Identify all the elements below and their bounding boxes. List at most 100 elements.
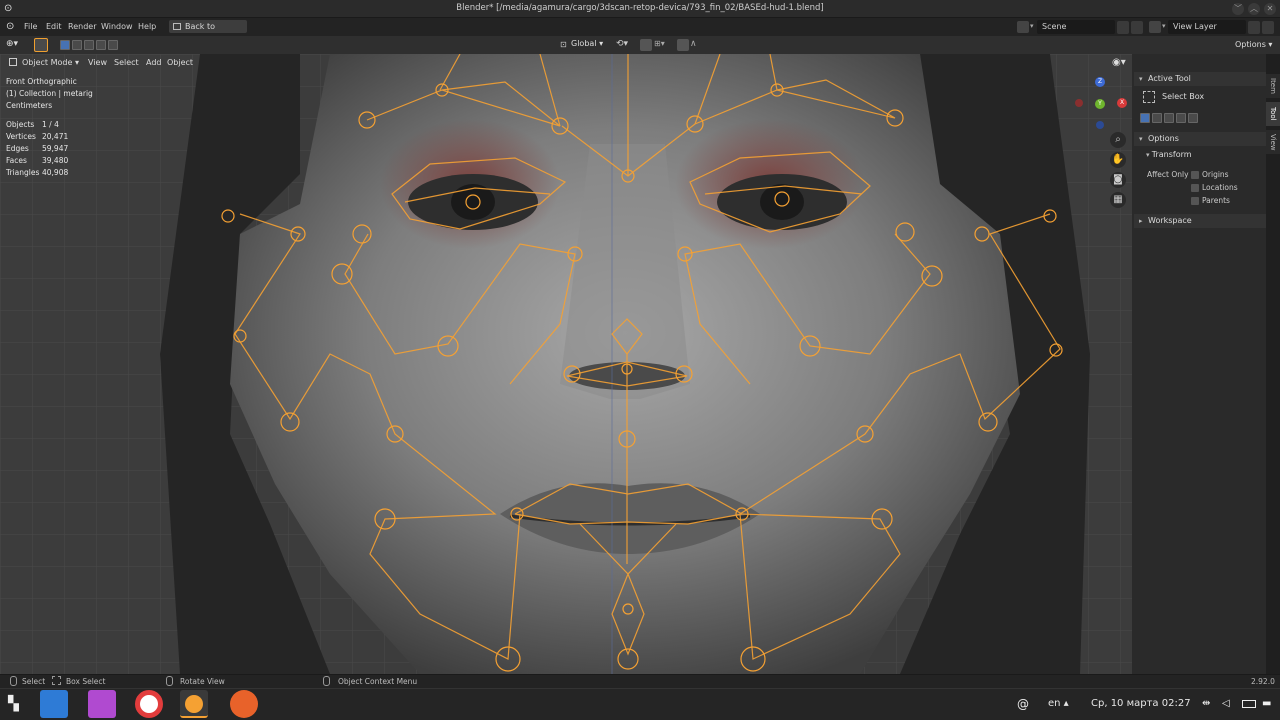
app-launcher-icon[interactable]: ▚ xyxy=(8,697,22,711)
select-tool-icon[interactable] xyxy=(34,38,48,52)
battery-icon[interactable] xyxy=(1242,700,1256,708)
proportional-edit-icon[interactable] xyxy=(677,39,689,51)
tab-view[interactable]: View xyxy=(1266,130,1280,154)
object-mode-label: Object Mode xyxy=(22,58,73,67)
firefox-icon[interactable] xyxy=(230,690,258,718)
gizmo-z-axis-icon[interactable]: Z xyxy=(1095,77,1105,87)
tool-mode-invert-icon[interactable] xyxy=(1176,113,1186,123)
viewport-menu-view[interactable]: View xyxy=(88,58,107,67)
editor-type-icon[interactable]: ⊕▾ xyxy=(6,39,24,51)
menu-render[interactable]: Render xyxy=(68,22,96,31)
options-dropdown[interactable]: Options ▾ xyxy=(1235,40,1272,49)
minimize-button[interactable]: ﹀ xyxy=(1232,3,1244,15)
resize-arrows-icon[interactable]: ⇹ xyxy=(1202,698,1210,709)
help-lifebuoy-icon[interactable] xyxy=(135,690,163,718)
gizmo-x-axis-icon[interactable]: X xyxy=(1117,98,1127,108)
viewport-menu-add[interactable]: Add xyxy=(146,58,162,67)
tool-mode-subtract-icon[interactable] xyxy=(1164,113,1174,123)
tool-mode-new-icon[interactable] xyxy=(1140,113,1150,123)
iris-right xyxy=(760,184,804,220)
clock[interactable]: Ср, 10 марта 02:27 xyxy=(1091,698,1191,709)
menu-window[interactable]: Window xyxy=(101,22,133,31)
view-name: Front Orthographic xyxy=(6,77,77,86)
select-mode-invert-icon[interactable] xyxy=(96,40,106,50)
status-context-menu: Object Context Menu xyxy=(338,677,418,686)
notifications-icon[interactable]: ▬ xyxy=(1262,698,1271,709)
menu-file[interactable]: File xyxy=(24,22,37,31)
blender-logo-icon xyxy=(185,695,203,713)
view-layer-field[interactable]: View Layer xyxy=(1168,20,1246,34)
affect-locations-label: Locations xyxy=(1202,183,1238,192)
tool-mode-extend-icon[interactable] xyxy=(1152,113,1162,123)
blender-menu-icon[interactable]: ⊙ xyxy=(6,21,14,32)
gizmo-neg-z-icon[interactable] xyxy=(1096,121,1104,129)
select-mode-subtract-icon[interactable] xyxy=(84,40,94,50)
mouse-middle-icon xyxy=(166,676,173,686)
tab-tool[interactable]: Tool xyxy=(1266,102,1280,126)
select-box-icon xyxy=(1143,91,1155,103)
expand-down-icon: ▾ xyxy=(1139,75,1143,83)
file-manager-icon[interactable] xyxy=(40,690,68,718)
viewport-canvas[interactable] xyxy=(0,54,1132,674)
pivot-icon[interactable]: ⟲▾ xyxy=(616,39,628,49)
scene-dropdown-icon[interactable]: ▾ xyxy=(1030,22,1034,30)
snap-icon[interactable] xyxy=(640,39,652,51)
downloads-icon[interactable] xyxy=(88,690,116,718)
zoom-icon[interactable]: ⌕ xyxy=(1110,132,1126,148)
select-box-label: Select Box xyxy=(1162,92,1205,101)
pan-hand-icon[interactable]: ✋ xyxy=(1110,152,1126,168)
scene-field[interactable]: Scene xyxy=(1037,20,1115,34)
view-layer-dropdown-icon[interactable]: ▾ xyxy=(1162,22,1166,30)
active-tool-header-label: Active Tool xyxy=(1148,74,1191,83)
stat-faces: Faces 39,480 xyxy=(6,156,68,165)
affect-locations-checkbox[interactable]: Locations xyxy=(1191,183,1238,192)
object-mode-dropdown[interactable]: Object Mode ▾ xyxy=(22,58,79,67)
close-button[interactable]: ✕ xyxy=(1264,3,1276,15)
select-box-tool[interactable]: Select Box xyxy=(1143,91,1205,103)
select-mode-new-icon[interactable] xyxy=(60,40,70,50)
workspace-header[interactable]: ▸ Workspace xyxy=(1134,214,1266,228)
viewport-menu-object[interactable]: Object xyxy=(167,58,193,67)
blender-app-icon[interactable] xyxy=(180,690,208,718)
stat-value: 59,947 xyxy=(42,144,69,153)
gizmo-neg-x-icon[interactable] xyxy=(1075,99,1083,107)
viewport-menu-select[interactable]: Select xyxy=(114,58,139,67)
select-mode-extend-icon[interactable] xyxy=(72,40,82,50)
maximize-button[interactable]: ︿ xyxy=(1248,3,1260,15)
tool-mode-intersect-icon[interactable] xyxy=(1188,113,1198,123)
affect-origins-label: Origins xyxy=(1202,170,1229,179)
network-icon[interactable]: @ xyxy=(1017,697,1029,711)
screen-icon xyxy=(173,23,181,30)
transform-orientation-dropdown[interactable]: Global ▾ xyxy=(571,39,611,51)
transform-subheader[interactable]: ▾ Transform xyxy=(1146,150,1192,159)
blender-version: 2.92.0 xyxy=(1251,677,1275,686)
gizmo-y-axis-icon[interactable]: Y xyxy=(1095,99,1105,109)
visibility-icon[interactable]: ◉▾ xyxy=(1112,57,1126,68)
back-to-previous-button[interactable]: Back to Previous xyxy=(169,20,247,44)
select-mode-intersect-icon[interactable] xyxy=(108,40,118,50)
expand-right-icon: ▸ xyxy=(1139,217,1143,225)
collection-info: (1) Collection | metarig xyxy=(6,89,93,98)
checkbox-box xyxy=(1191,197,1199,205)
menu-help[interactable]: Help xyxy=(138,22,156,31)
affect-parents-checkbox[interactable]: Parents xyxy=(1191,196,1230,205)
orientation-icon: ⊡ xyxy=(560,40,567,49)
camera-view-icon[interactable]: ◙ xyxy=(1110,172,1126,188)
new-view-layer-button[interactable] xyxy=(1248,21,1260,34)
falloff-icon[interactable]: ∧ xyxy=(690,39,697,49)
affect-origins-checkbox[interactable]: Origins xyxy=(1191,170,1229,179)
menu-edit[interactable]: Edit xyxy=(46,22,62,31)
keyboard-layout[interactable]: en ▴ xyxy=(1048,698,1069,709)
new-scene-button[interactable] xyxy=(1117,21,1129,34)
snap-target-icon[interactable]: ⊞▾ xyxy=(654,39,665,48)
active-tool-header[interactable]: ▾ Active Tool xyxy=(1134,72,1266,86)
stat-triangles: Triangles 40,908 xyxy=(6,168,68,177)
volume-icon[interactable]: ◁ xyxy=(1222,698,1230,709)
delete-scene-button[interactable] xyxy=(1131,21,1143,34)
delete-view-layer-button[interactable] xyxy=(1262,21,1274,34)
3d-viewport[interactable] xyxy=(0,54,1132,674)
tab-item[interactable]: Item xyxy=(1266,74,1280,98)
options-header[interactable]: ▾ Options xyxy=(1134,132,1266,146)
tool-header: ⊕▾ ⊡ Global ▾ ⟲▾ ⊞▾ ∧ Options ▾ xyxy=(0,36,1280,54)
ortho-grid-icon[interactable]: ▦ xyxy=(1110,192,1126,208)
